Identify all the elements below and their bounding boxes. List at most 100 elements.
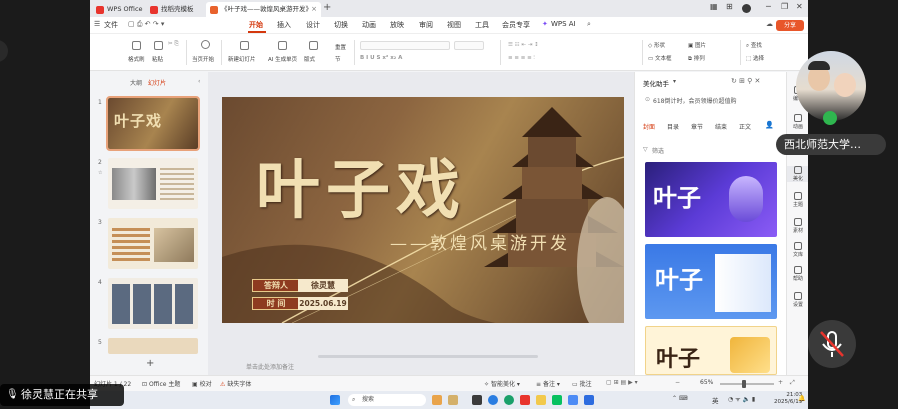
menu-review[interactable]: 审阅 — [419, 20, 433, 30]
horizontal-scrollbar[interactable] — [318, 355, 538, 358]
font-size-combo[interactable] — [454, 41, 484, 50]
tab-ending[interactable]: 结束 — [715, 122, 727, 131]
task-view-icon[interactable] — [472, 395, 482, 405]
slide-thumbnail-1[interactable]: 叶子戏 — [106, 96, 200, 151]
tab-body[interactable]: 正文 — [739, 122, 751, 131]
layout-icon[interactable] — [309, 41, 318, 50]
fit-window-icon[interactable]: ⤢ — [790, 379, 795, 387]
pinned-app-icon[interactable] — [448, 395, 458, 405]
paragraph-buttons[interactable]: ☰ ☷ ⇤ ⇥ ↕ — [508, 42, 539, 48]
meeting-app-icon[interactable] — [568, 395, 578, 405]
zoom-out-icon[interactable]: − — [675, 379, 680, 386]
format-painter-label[interactable]: 格式刷 — [128, 55, 145, 63]
menu-view[interactable]: 视图 — [447, 20, 461, 30]
sidebar-assets[interactable]: 素材 — [787, 218, 808, 234]
proofread-button[interactable]: ▣ 校对 — [192, 379, 212, 388]
tab-chapter[interactable]: 章节 — [691, 122, 703, 131]
ai-slide-label[interactable]: AI 生成单页 — [268, 55, 297, 63]
theme-name[interactable]: ⊡ Office 主题 — [142, 379, 180, 388]
widgets-icon[interactable] — [432, 395, 442, 405]
menu-animation[interactable]: 动画 — [362, 20, 376, 30]
tab-slides[interactable]: 幻灯片 — [148, 78, 166, 87]
minimize-icon[interactable]: ─ — [766, 2, 771, 11]
quick-access-icons[interactable]: ▢ ⎙ ↶ ↷ ▾ — [128, 20, 164, 29]
sidebar-help[interactable]: 帮助 — [787, 266, 808, 282]
sidebar-theme[interactable]: 主题 — [787, 192, 808, 208]
tab-toc[interactable]: 目录 — [667, 122, 679, 131]
current-slide[interactable]: 叶子戏 ——敦煌风桌游开发 答辩人 徐灵慧 时 间 2025.06.19 — [222, 97, 624, 323]
find-button[interactable]: ⌕ 查找 — [746, 41, 762, 50]
add-slide-button[interactable]: + — [146, 358, 154, 369]
slide-subtitle[interactable]: ——敦煌风桌游开发 — [390, 229, 570, 254]
restore-icon[interactable]: ❐ — [781, 2, 788, 11]
user-avatar[interactable] — [742, 4, 751, 13]
notification-icon[interactable]: 🔔 — [798, 395, 805, 402]
search-icon[interactable]: ⌕ — [587, 20, 591, 29]
missing-font-button[interactable]: ⚠ 缺失字体 — [220, 379, 251, 388]
select-button[interactable]: ⬚ 选择 — [746, 54, 764, 62]
microphone-muted-button[interactable] — [808, 320, 856, 368]
notes-placeholder[interactable]: 单击此处添加备注 — [246, 362, 294, 371]
layout-icon[interactable]: ▦ — [710, 2, 718, 11]
slide-thumbnail-4[interactable] — [108, 278, 198, 329]
textbox-button[interactable]: ▭ 文本框 — [648, 54, 671, 62]
sidebar-library[interactable]: 文库 — [787, 242, 808, 258]
menu-insert[interactable]: 插入 — [277, 20, 291, 30]
filter-label[interactable]: 筛选 — [652, 146, 664, 155]
star-icon[interactable]: ☆ — [98, 170, 102, 176]
apps-grid-icon[interactable]: ⊞ — [726, 2, 733, 11]
panel-tool-icons[interactable]: ↻ ⊞ ⚲ ✕ — [731, 77, 760, 85]
microphone-active-icon[interactable] — [823, 111, 837, 125]
menu-home[interactable]: 开始 — [249, 20, 263, 30]
sidebar-animation[interactable]: 动画 — [787, 114, 808, 130]
cut-copy-icons[interactable]: ✂ ⎘ — [168, 41, 179, 48]
collapse-pane-icon[interactable]: ‹ — [198, 78, 200, 85]
panel-title-chevron-icon[interactable]: ▾ — [673, 78, 676, 85]
new-slide-label[interactable]: 新建幻灯片 — [228, 55, 256, 63]
picture-button[interactable]: ▣ 图片 — [688, 41, 706, 49]
menu-design[interactable]: 设计 — [306, 20, 320, 30]
play-from-current-icon[interactable] — [201, 40, 210, 49]
ai-slide-icon[interactable] — [278, 41, 287, 50]
filter-icon[interactable]: ▽ — [643, 146, 648, 153]
tab-wps-office[interactable]: WPS Office — [92, 2, 144, 17]
close-window-icon[interactable]: ✕ — [796, 2, 803, 11]
template-card-1[interactable]: 叶子 — [645, 162, 777, 237]
slide-thumbnail-3[interactable] — [108, 218, 198, 269]
slide-title[interactable]: 叶子戏 — [256, 139, 466, 231]
file-explorer-icon[interactable] — [536, 395, 546, 405]
wps-taskbar-icon[interactable] — [520, 395, 530, 405]
section-label[interactable]: 节 — [335, 55, 341, 63]
zoom-in-icon[interactable]: + — [778, 379, 783, 386]
cloud-sync-icon[interactable]: ☁ — [766, 20, 773, 28]
chrome-browser-icon[interactable] — [504, 395, 514, 405]
zoom-slider-thumb[interactable] — [742, 380, 746, 388]
template-card-2[interactable]: 叶子 — [645, 244, 777, 319]
from-current-label[interactable]: 当页开始 — [192, 55, 214, 63]
alignment-buttons[interactable]: ≡ ≡ ≡ ≡ ⫶ — [508, 55, 535, 62]
new-slide-icon[interactable] — [240, 41, 249, 50]
slide-thumbnail-5[interactable] — [108, 338, 198, 354]
new-tab-button[interactable]: + — [323, 2, 331, 13]
qq-icon[interactable] — [584, 395, 594, 405]
menu-slideshow[interactable]: 放映 — [390, 20, 404, 30]
windows-start-icon[interactable] — [330, 395, 340, 405]
user-icon[interactable]: 👤 — [765, 121, 774, 129]
menu-tools[interactable]: 工具 — [475, 20, 489, 30]
tab-outline[interactable]: 大纲 — [130, 78, 142, 87]
menu-wps-ai[interactable]: WPS AI — [551, 20, 576, 28]
arrange-button[interactable]: ⧉ 排列 — [688, 54, 705, 63]
view-mode-icons[interactable]: ▢ ⊞ ▤ ▶ ▾ — [606, 379, 638, 386]
format-painter-icon[interactable] — [132, 41, 141, 50]
paste-label[interactable]: 粘贴 — [152, 55, 163, 63]
ime-indicator[interactable]: 英 — [712, 395, 719, 405]
zoom-level[interactable]: 65% — [700, 379, 713, 386]
menu-transitions[interactable]: 切换 — [334, 20, 348, 30]
collapse-arrow-button[interactable] — [0, 40, 8, 62]
menu-member[interactable]: 会员专享 — [502, 20, 530, 30]
promo-banner[interactable]: 618倒计时，会员领爆价超值购 — [653, 96, 736, 105]
zoom-slider[interactable] — [720, 380, 774, 388]
sidebar-beautify[interactable]: 美化 — [787, 166, 808, 182]
network-volume-battery-icons[interactable]: ◔ ᯤ 🔈 ▮ — [728, 395, 755, 403]
close-tab-icon[interactable]: × — [311, 2, 317, 17]
